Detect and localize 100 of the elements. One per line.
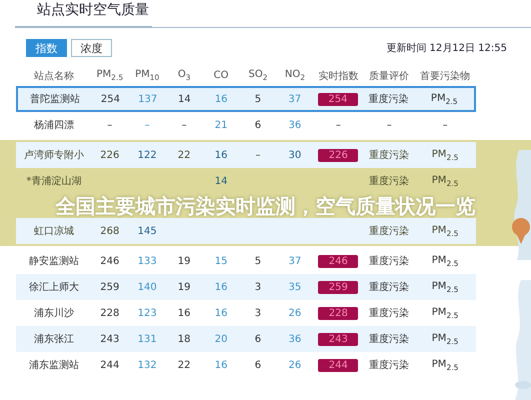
table-cell-text: 21 [214, 120, 228, 130]
table-cell-text: 123 [136, 308, 158, 318]
table-cell-text: 16 [214, 360, 228, 370]
table-cell-text: 重度污染 [368, 280, 410, 294]
table-row[interactable]: *青浦淀山湖 14 重度污染 PM$_{2.5}$ [16, 168, 476, 194]
table-cell-text: 246 [99, 256, 120, 266]
table-cell-text: 14 [214, 176, 228, 186]
index-badge: 246 [318, 254, 358, 268]
table-cell-text: 20 [214, 334, 228, 344]
table-cell-text: 14 [177, 94, 192, 104]
table-cell-text: 5 [254, 94, 262, 104]
index-badge: 243 [318, 332, 358, 346]
index-badge: 226 [318, 148, 358, 162]
table-cell-text: 6 [254, 334, 262, 344]
index-badge: 244 [318, 358, 358, 372]
section-title: 站点实时空气质量 [15, 1, 152, 28]
table-cell-text: 静安监测站 [28, 254, 80, 268]
column-header: 站点名称 [32, 70, 75, 82]
table-cell-text: – [180, 120, 188, 130]
table-cell-text: 132 [136, 360, 158, 370]
table-cell-text: 16 [176, 308, 192, 318]
table-cell-text: 268 [99, 226, 120, 236]
table-cell-text: 浦东川沙 [32, 306, 75, 320]
table-cell-text: PM$_{2.5}$ [430, 92, 459, 106]
table-cell-text: PM$_{2.5}$ [430, 306, 460, 320]
table-cell-text: – [442, 120, 449, 130]
table-cell-text: *青浦淀山湖 [25, 174, 82, 188]
table-cell-text: 243 [99, 334, 120, 344]
table-row[interactable]: 虹口凉城 268 145 重度污染 PM$_{2.5}$ [16, 218, 476, 244]
table-cell-text: – [254, 150, 262, 160]
table-row[interactable]: 浦东监测站 244 132 22 16 6 26 244 重度污染 PM$_{2.5}$ [16, 352, 476, 378]
table-cell-text: 3 [254, 308, 262, 318]
table-row[interactable]: 杨浦四漂 – – – 21 6 36 – – – [16, 112, 476, 138]
table-cell-text: 145 [136, 226, 158, 236]
table-cell-text: 16 [214, 308, 228, 318]
table-cell-text: 重度污染 [368, 92, 410, 106]
table-cell-text: – [144, 120, 151, 130]
column-header: PM$_{2.5}$ [96, 69, 124, 82]
table-cell-text: 卢湾师专附小 [22, 148, 85, 162]
table-cell-text: 3 [254, 282, 262, 292]
column-header: 首要污染物 [419, 70, 472, 82]
table-cell-text: 浦东监测站 [28, 358, 80, 372]
table-cell-text: 重度污染 [368, 306, 410, 320]
table-cell-text: 虹口凉城 [32, 224, 75, 238]
table-cell-text: 徐汇上师大 [28, 280, 80, 294]
table-cell-text: 杨浦四漂 [32, 118, 75, 132]
table-cell-text: 26 [288, 360, 302, 370]
column-header: NO$_{2}$ [284, 69, 306, 82]
table-cell: – [336, 120, 341, 130]
column-header: CO [212, 70, 230, 81]
column-header: SO$_{2}$ [247, 69, 268, 82]
table-cell-text: 26 [288, 308, 302, 318]
table-cell-text: 16 [214, 150, 228, 160]
column-header: 实时指数 [317, 70, 360, 82]
table-cell-text: PM$_{2.5}$ [430, 280, 460, 294]
table-cell-text: 16 [214, 94, 229, 104]
table-cell-text: 30 [288, 150, 302, 160]
table-row[interactable]: 浦东张江 243 131 18 20 6 36 243 重度污染 PM$_{2.5}$ [16, 326, 476, 352]
table-cell-text: 37 [287, 94, 302, 104]
table-cell-text: PM$_{2.5}$ [430, 332, 460, 346]
update-time: 更新时间 12月12日 12:55 [386, 42, 507, 55]
table-row[interactable]: 徐汇上师大 259 140 19 16 3 35 259 重度污染 PM$_{2.5}$ [16, 274, 476, 300]
table-cell-text: 重度污染 [368, 148, 410, 162]
table-cell-text: 普陀监测站 [28, 92, 81, 106]
table-cell-text: 36 [288, 120, 302, 130]
column-header: 质量评价 [368, 70, 410, 82]
table-cell-text: 140 [136, 282, 158, 292]
table-cell-text: – [106, 120, 114, 130]
table-cell-text: – [386, 120, 393, 130]
column-header: O$_{3}$ [176, 69, 192, 82]
table-cell-text: 259 [99, 282, 120, 292]
index-badge: 228 [318, 306, 358, 320]
table-cell-text: 重度污染 [368, 224, 410, 238]
table-cell-text: 18 [176, 334, 192, 344]
table-cell-text: 36 [288, 334, 302, 344]
table-cell-text: 重度污染 [368, 174, 410, 188]
table-cell-text: PM$_{2.5}$ [430, 254, 460, 268]
table-cell-text: 重度污染 [368, 254, 410, 268]
index-badge: 254 [318, 92, 358, 106]
table-row[interactable]: 浦东川沙 228 123 16 16 3 26 228 重度污染 PM$_{2.5}$ [16, 300, 476, 326]
table-cell-text: 137 [137, 94, 158, 104]
table-cell-text: 6 [254, 120, 262, 130]
table-row[interactable]: 静安监测站 246 133 19 15 5 37 246 重度污染 PM$_{2.5}$ [16, 248, 476, 274]
table-row[interactable]: 卢湾师专附小 226 122 22 16 – 30 226 重度污染 PM$_{2.5}$ [16, 142, 476, 168]
table-cell-text: 15 [214, 256, 228, 266]
table-cell-text: 244 [99, 360, 120, 370]
table-cell-text: 37 [288, 256, 302, 266]
column-header: PM$_{10}$ [134, 69, 160, 82]
table-row[interactable]: 普陀监测站 254 137 14 16 5 37 254 重度污染 PM$_{2.5}$ [16, 86, 476, 112]
table-cell-text: 228 [99, 308, 120, 318]
tab[interactable]: 浓度 [71, 39, 112, 57]
table-cell-text: 122 [136, 150, 158, 160]
banner-title: 全国主要城市污染实时监测，空气质量状况一览 [56, 194, 476, 218]
table-cell-text: 6 [254, 360, 262, 370]
table-cell-text: 22 [176, 150, 192, 160]
table-cell-text: PM$_{2.5}$ [430, 174, 460, 188]
table-cell-text: 重度污染 [368, 332, 410, 346]
table-cell-text: 131 [136, 334, 158, 344]
table-cell-text: 254 [100, 94, 121, 104]
table-cell-text: 133 [136, 256, 158, 266]
